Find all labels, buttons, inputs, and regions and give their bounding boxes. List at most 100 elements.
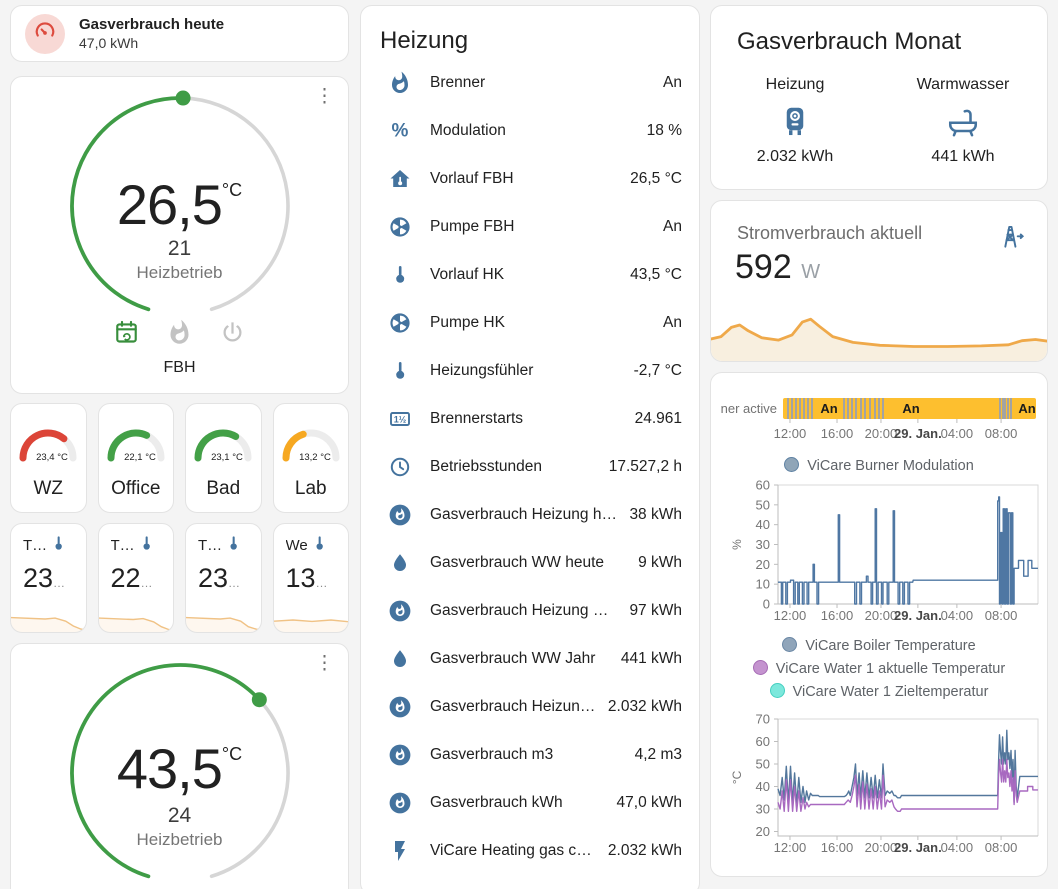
svg-text:20: 20 bbox=[756, 557, 770, 572]
sensor-title: T… bbox=[111, 537, 135, 554]
month-item-heizung[interactable]: Heizung 2.032 kWh bbox=[711, 76, 879, 166]
gas-today-card[interactable]: Gasverbrauch heute 47,0 kWh bbox=[10, 5, 349, 62]
gauge-card-wz[interactable]: 23,4 °CWZ bbox=[10, 403, 87, 513]
gas-today-value: 47,0 kWh bbox=[79, 34, 224, 52]
timeline-off-stripe bbox=[855, 398, 857, 419]
timeline-off-stripe bbox=[878, 398, 880, 419]
water-boiler-icon bbox=[711, 104, 879, 140]
home-thermometer-icon bbox=[388, 167, 412, 191]
entity-row[interactable]: Heizungsfühler-2,7 °C bbox=[378, 347, 682, 395]
burner-timeline-bar[interactable]: AnAnAn bbox=[783, 398, 1036, 419]
gauge-card-office[interactable]: 22,1 °COffice bbox=[98, 403, 175, 513]
svg-text:23,1 °C: 23,1 °C bbox=[211, 452, 243, 463]
sensor-sparkline bbox=[99, 608, 175, 632]
power-sparkline bbox=[711, 303, 1048, 361]
timeline-off-stripe bbox=[795, 398, 797, 419]
svg-text:08:00: 08:00 bbox=[985, 608, 1018, 623]
sensor-sparkline bbox=[186, 608, 262, 632]
more-menu-icon[interactable]: ⋮ bbox=[315, 87, 334, 107]
entity-row[interactable]: Pumpe HKAn bbox=[378, 299, 682, 347]
thermometer-icon bbox=[49, 534, 68, 557]
calendar-sync-icon[interactable] bbox=[113, 319, 140, 346]
entity-row[interactable]: Brenner An bbox=[378, 59, 682, 107]
thermometer-icon bbox=[388, 263, 412, 287]
gauge-card-lab[interactable]: 13,2 °CLab bbox=[273, 403, 350, 513]
entity-name: Brenner bbox=[430, 74, 655, 92]
timeline-off-stripe bbox=[864, 398, 866, 419]
gauge-arc: 23,4 °C bbox=[15, 420, 81, 466]
entity-name: Gasverbrauch m3 bbox=[430, 746, 627, 764]
entity-name: Gasverbrauch WW Jahr bbox=[430, 650, 613, 668]
month-item-value: 2.032 kWh bbox=[711, 148, 879, 166]
month-item-label: Heizung bbox=[711, 76, 879, 94]
sensor-card-1[interactable]: T… 22… bbox=[98, 523, 175, 633]
fire-circle-icon bbox=[388, 695, 412, 719]
sensor-card-0[interactable]: T…23… bbox=[10, 523, 87, 633]
current-temperature: 43,5°C bbox=[11, 736, 348, 801]
entity-value: An bbox=[663, 74, 682, 92]
svg-text:04:00: 04:00 bbox=[941, 608, 974, 623]
clock-icon bbox=[388, 455, 412, 479]
timeline-off-stripe bbox=[791, 398, 793, 419]
timeline-off-stripe bbox=[851, 398, 853, 419]
entity-row[interactable]: Betriebsstunden17.527,2 h bbox=[378, 443, 682, 491]
sensor-card-3[interactable]: We13… bbox=[273, 523, 350, 633]
svg-text:%: % bbox=[730, 539, 744, 550]
sensor-sparkline bbox=[11, 608, 87, 632]
sensor-value: 22… bbox=[111, 563, 164, 594]
fire-icon bbox=[388, 71, 412, 95]
sensor-sparkline bbox=[274, 608, 350, 632]
pump-icon bbox=[388, 215, 412, 239]
entity-name: Gasverbrauch Heizung Jahr bbox=[430, 698, 600, 716]
entity-row[interactable]: Vorlauf FBH26,5 °C bbox=[378, 155, 682, 203]
target-temperature: 21 bbox=[11, 237, 348, 261]
entity-value: 9 kWh bbox=[638, 554, 682, 572]
svg-text:°C: °C bbox=[730, 770, 744, 784]
timeline-off-stripe bbox=[843, 398, 845, 419]
power-card[interactable]: Stromverbrauch aktuell 592 W bbox=[710, 200, 1048, 362]
entity-row[interactable]: Gasverbrauch kWh47,0 kWh bbox=[378, 779, 682, 827]
entity-name: Heizungsfühler bbox=[430, 362, 626, 380]
temperature-legend[interactable]: ViCare Water 1 aktuelle Temperatur bbox=[711, 658, 1047, 681]
mode-buttons bbox=[11, 319, 348, 346]
entity-row[interactable]: Gasverbrauch Heizung Woche97 kWh bbox=[378, 587, 682, 635]
entity-row[interactable]: %Modulation18 % bbox=[378, 107, 682, 155]
entity-row[interactable]: Gasverbrauch Heizung heute38 kWh bbox=[378, 491, 682, 539]
entity-row[interactable]: Gasverbrauch WW heute9 kWh bbox=[378, 539, 682, 587]
gauge-card-bad[interactable]: 23,1 °CBad bbox=[185, 403, 262, 513]
month-item-label: Warmwasser bbox=[879, 76, 1047, 94]
entity-row[interactable]: Vorlauf HK43,5 °C bbox=[378, 251, 682, 299]
entity-row[interactable]: Pumpe FBHAn bbox=[378, 203, 682, 251]
gauge-name: Office bbox=[99, 478, 174, 500]
gauge-name: Lab bbox=[274, 478, 349, 500]
sensor-row: T…23…T…22…T…23…We13… bbox=[10, 523, 349, 633]
gas-month-card: Gasverbrauch Monat Heizung2.032 kWhWarmw… bbox=[710, 5, 1048, 190]
current-temperature: 26,5°C bbox=[11, 172, 348, 237]
svg-text:60: 60 bbox=[756, 734, 770, 749]
svg-text:%: % bbox=[392, 121, 409, 142]
fire-icon[interactable] bbox=[166, 319, 193, 346]
power-icon[interactable] bbox=[219, 319, 246, 346]
entity-row[interactable]: Gasverbrauch Heizung Jahr2.032 kWh bbox=[378, 683, 682, 731]
timeline-off-stripe bbox=[799, 398, 801, 419]
entity-row[interactable]: Gasverbrauch WW Jahr441 kWh bbox=[378, 635, 682, 683]
entity-row[interactable]: 1½Brennerstarts24.961 bbox=[378, 395, 682, 443]
svg-text:50: 50 bbox=[756, 497, 770, 512]
entity-name: Pumpe HK bbox=[430, 314, 655, 332]
more-menu-icon[interactable]: ⋮ bbox=[315, 654, 334, 674]
svg-text:16:00: 16:00 bbox=[821, 608, 854, 623]
hvac-mode-label: Heizbetrieb bbox=[11, 830, 348, 850]
temperature-legend[interactable]: ViCare Water 1 Zieltemperatur bbox=[711, 681, 1047, 704]
month-item-warmwasser[interactable]: Warmwasser 441 kWh bbox=[879, 76, 1047, 166]
dashboard: Gasverbrauch heute 47,0 kWh ⋮ 26,5°C 21 … bbox=[0, 0, 1058, 889]
entity-row[interactable]: Gasverbrauch m34,2 m3 bbox=[378, 731, 682, 779]
pump-icon bbox=[388, 311, 412, 335]
svg-text:12:00: 12:00 bbox=[774, 840, 807, 855]
timeline-entity-label: ner active bbox=[711, 398, 777, 419]
sensor-card-2[interactable]: T…23… bbox=[185, 523, 262, 633]
month-item-value: 441 kWh bbox=[879, 148, 1047, 166]
temperature-legend[interactable]: ViCare Boiler Temperature bbox=[711, 635, 1047, 658]
entity-row[interactable]: ViCare Heating gas consu…2.032 kWh bbox=[378, 827, 682, 875]
timeline-state-label: An bbox=[820, 398, 837, 419]
entity-value: 47,0 kWh bbox=[617, 794, 682, 812]
